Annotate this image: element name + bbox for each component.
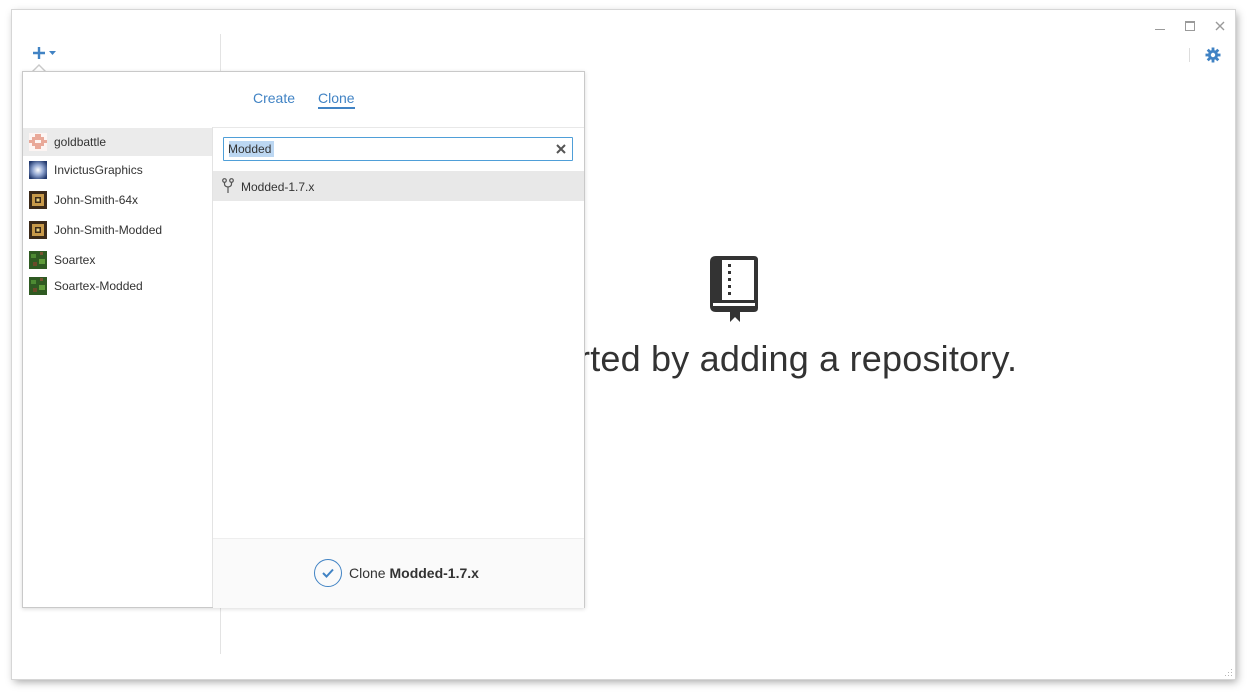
- repo-list-item[interactable]: Modded-1.7.x: [213, 171, 584, 201]
- repo-book-icon: [710, 256, 760, 327]
- account-label: goldbattle: [54, 135, 107, 149]
- gear-icon: [1205, 47, 1221, 63]
- account-item-john-smith-modded[interactable]: John-Smith-Modded: [23, 216, 212, 244]
- tab-clone[interactable]: Clone: [318, 90, 355, 109]
- avatar: [29, 277, 47, 295]
- popover-tabs: Create Clone: [23, 72, 584, 128]
- tab-create[interactable]: Create: [253, 90, 295, 106]
- avatar: [29, 251, 47, 269]
- filter-box: [223, 137, 573, 161]
- minimize-icon: [1155, 29, 1165, 30]
- clone-button-label: Clone Modded-1.7.x: [349, 565, 479, 581]
- check-icon: [314, 559, 342, 587]
- empty-state-text: rted by adding a repository.: [578, 338, 1018, 379]
- account-item-soartex-modded[interactable]: Soartex-Modded: [23, 272, 212, 300]
- account-label: Soartex: [54, 253, 96, 267]
- add-repository-popover: Create Clone goldbattle InvictusGraphics…: [22, 71, 585, 608]
- close-button[interactable]: [1205, 16, 1235, 36]
- filter-input[interactable]: [228, 140, 543, 158]
- maximize-button[interactable]: [1175, 16, 1205, 36]
- repo-label: Modded-1.7.x: [241, 180, 315, 194]
- account-item-invictusgraphics[interactable]: InvictusGraphics: [23, 156, 212, 184]
- plus-icon: [33, 47, 45, 59]
- account-item-john-smith-64x[interactable]: John-Smith-64x: [23, 186, 212, 214]
- popover-footer: Clone Modded-1.7.x: [213, 538, 584, 608]
- avatar: [29, 221, 47, 239]
- maximize-icon: [1185, 21, 1195, 31]
- account-list: goldbattle InvictusGraphics John-Smith-6…: [23, 127, 212, 581]
- toolbar-separator: [1189, 48, 1190, 62]
- account-label: John-Smith-64x: [54, 193, 139, 207]
- caret-down-icon: [49, 50, 56, 55]
- resize-grip-icon[interactable]: [1223, 667, 1233, 677]
- clone-button[interactable]: Clone Modded-1.7.x: [314, 559, 479, 587]
- minimize-button[interactable]: [1145, 16, 1175, 36]
- avatar: [29, 133, 47, 151]
- avatar: [29, 191, 47, 209]
- repository-pane: Modded-1.7.x Clone Modded-1.7.x: [213, 127, 584, 608]
- account-item-goldbattle[interactable]: goldbattle: [23, 128, 212, 156]
- fork-icon: [222, 178, 234, 193]
- account-label: Soartex-Modded: [54, 279, 143, 293]
- avatar: [29, 161, 47, 179]
- clear-filter-icon[interactable]: [555, 143, 567, 155]
- add-repository-button[interactable]: [32, 46, 56, 60]
- account-label: InvictusGraphics: [54, 163, 143, 177]
- close-icon: [1215, 21, 1225, 31]
- settings-button[interactable]: [1205, 47, 1221, 68]
- account-label: John-Smith-Modded: [54, 223, 163, 237]
- window-controls: [1145, 16, 1235, 36]
- account-item-soartex[interactable]: Soartex: [23, 246, 212, 274]
